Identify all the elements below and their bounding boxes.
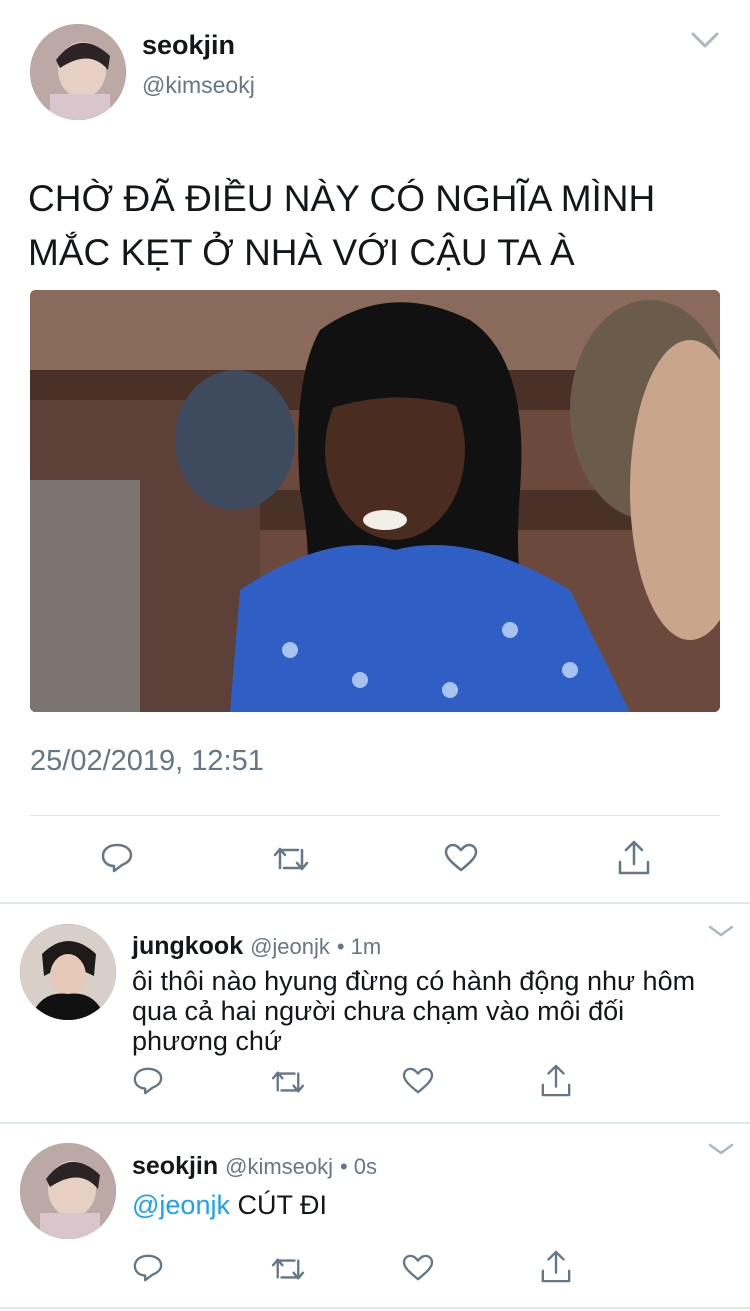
retweet-icon <box>273 847 309 871</box>
reply-button[interactable] <box>100 842 134 874</box>
retweet-button[interactable] <box>270 1068 306 1096</box>
reply-time: • 0s <box>339 1154 378 1179</box>
reply-header: seokjin @kimseokj • 0s <box>132 1152 377 1181</box>
divider <box>0 1122 750 1124</box>
handle[interactable]: @jeonjk <box>250 934 330 959</box>
divider <box>30 815 720 816</box>
tweet-timestamp: 25/02/2019, 12:51 <box>30 745 264 777</box>
display-name[interactable]: seokjin <box>142 30 235 61</box>
share-button[interactable] <box>540 1250 572 1284</box>
share-icon <box>541 1064 571 1097</box>
handle[interactable]: @kimseokj <box>225 1154 333 1179</box>
chevron-down-icon[interactable] <box>708 1142 734 1161</box>
avatar[interactable] <box>20 924 116 1020</box>
like-icon <box>444 843 478 872</box>
reply-icon <box>101 843 133 873</box>
display-name[interactable]: seokjin <box>132 1152 218 1180</box>
mention-link[interactable]: @jeonjk <box>132 1190 230 1220</box>
retweet-button[interactable] <box>270 1255 306 1283</box>
reply-icon <box>133 1067 163 1095</box>
tweet-text: CHỜ ĐÃ ĐIỀU NÀY CÓ NGHĨA MÌNH MẮC KẸT Ở … <box>28 178 656 273</box>
display-name[interactable]: jungkook <box>132 932 243 960</box>
like-icon <box>402 1254 434 1281</box>
like-button[interactable] <box>444 843 478 873</box>
divider <box>0 1307 750 1309</box>
share-icon <box>618 840 650 875</box>
retweet-button[interactable] <box>272 844 310 874</box>
handle[interactable]: @kimseokj <box>142 72 255 99</box>
like-button[interactable] <box>402 1254 434 1282</box>
share-icon <box>541 1250 571 1283</box>
reply-body: CÚT ĐI <box>237 1190 327 1220</box>
tweet-media[interactable] <box>30 290 720 712</box>
reply-text: ôi thôi nào hyung đừng có hành động như … <box>132 966 696 1056</box>
retweet-icon <box>271 1071 305 1093</box>
reply-text: @jeonjk CÚT ĐI <box>132 1190 327 1221</box>
avatar[interactable] <box>20 1143 116 1239</box>
reply-time: • 1m <box>336 934 382 959</box>
share-button[interactable] <box>617 840 651 876</box>
chevron-down-icon[interactable] <box>690 30 720 50</box>
share-button[interactable] <box>540 1064 572 1098</box>
reply-header: jungkook @jeonjk • 1m <box>132 932 381 961</box>
divider <box>0 902 750 904</box>
retweet-icon <box>271 1258 305 1280</box>
reply-button[interactable] <box>132 1066 164 1096</box>
chevron-down-icon[interactable] <box>708 924 734 943</box>
reply-icon <box>133 1254 163 1282</box>
like-icon <box>402 1067 434 1094</box>
avatar[interactable] <box>30 24 126 120</box>
reply-button[interactable] <box>132 1253 164 1283</box>
like-button[interactable] <box>402 1067 434 1095</box>
